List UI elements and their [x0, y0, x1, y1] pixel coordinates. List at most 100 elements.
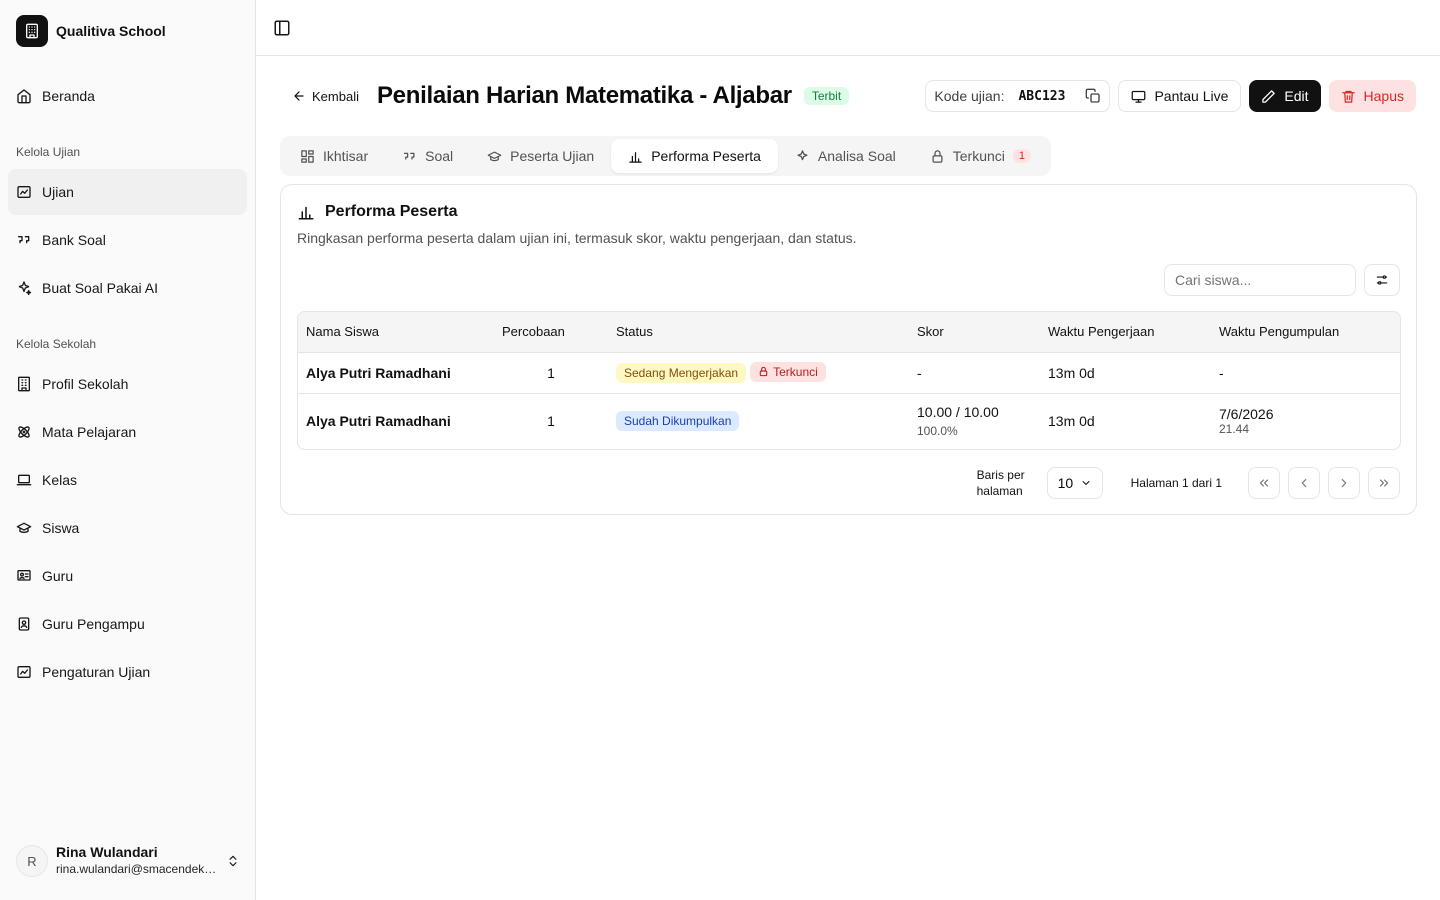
- pagination: Baris per halaman 10 Halaman 1 dari 1: [977, 467, 1400, 499]
- tab-label: Ikhtisar: [323, 148, 369, 164]
- submitted-time: 21.44: [1219, 422, 1250, 437]
- sidebar-item-label: Pengaturan Ujian: [42, 664, 151, 680]
- building-icon: [18, 376, 30, 392]
- exam-code-label: Kode ujian:: [934, 88, 1005, 104]
- sidebar-item-label: Mata Pelajaran: [42, 424, 137, 440]
- column-header[interactable]: Nama Siswa: [298, 312, 494, 353]
- main-content: Kembali Penilaian Harian Matematika - Al…: [256, 0, 1440, 900]
- sidebar-item-ujian[interactable]: Ujian: [8, 169, 247, 215]
- tab-analisa-soal[interactable]: Analisa Soal: [778, 139, 913, 173]
- table-row[interactable]: Alya Putri Ramadhani 1 Sudah Dikumpulkan…: [298, 393, 1400, 449]
- rows-per-page-value: 10: [1057, 475, 1074, 491]
- topbar: [256, 0, 1440, 56]
- filter-button[interactable]: [1364, 264, 1400, 296]
- next-page-button[interactable]: [1328, 467, 1360, 499]
- column-header[interactable]: Waktu Pengumpulan: [1211, 312, 1400, 353]
- column-header[interactable]: Status: [608, 312, 909, 353]
- sidebar-item-label: Profil Sekolah: [42, 376, 129, 392]
- sidebar-item-label: Siswa: [42, 520, 80, 536]
- rows-per-page-select[interactable]: 10: [1046, 467, 1103, 499]
- sidebar-item-beranda[interactable]: Beranda: [8, 73, 247, 119]
- chevron-right-icon: [1341, 478, 1347, 488]
- school-building-icon: [16, 15, 48, 47]
- nav-group-label: Kelola Sekolah: [16, 337, 97, 351]
- tab-label: Terkunci: [952, 148, 1005, 164]
- sidebar-item-siswa[interactable]: Siswa: [8, 505, 247, 551]
- bar-chart-icon: [298, 206, 314, 220]
- sliders-icon: [1376, 275, 1388, 285]
- brand[interactable]: Qualitiva School: [16, 15, 166, 47]
- tab-terkunci[interactable]: Terkunci 1: [913, 139, 1048, 173]
- arrow-left-icon: [294, 91, 304, 101]
- monitor-icon: [1132, 90, 1146, 103]
- rows-per-page-label: Baris per halaman: [976, 468, 1025, 498]
- user-menu[interactable]: R Rina Wulandari rina.wulandari@smacende…: [16, 844, 240, 878]
- exam-code-box: Kode ujian: ABC123: [925, 80, 1111, 112]
- table-row[interactable]: Alya Putri Ramadhani 1 Sedang Mengerjaka…: [298, 352, 1400, 394]
- sidebar-item-profil-sekolah[interactable]: Profil Sekolah: [8, 361, 247, 407]
- copy-icon[interactable]: [1085, 88, 1101, 104]
- edit-label: Edit: [1284, 88, 1309, 104]
- bar-chart-icon: [629, 151, 642, 163]
- tab-soal[interactable]: Soal: [385, 139, 470, 173]
- sidebar-item-label: Guru Pengampu: [42, 616, 145, 632]
- card-title: Performa Peserta: [325, 203, 458, 220]
- sidebar-item-buat-soal-ai[interactable]: Buat Soal Pakai AI: [8, 265, 247, 311]
- atom-icon: [18, 426, 30, 438]
- tab-label: Soal: [425, 148, 454, 164]
- performance-card: Performa Peserta Ringkasan performa pese…: [280, 184, 1417, 515]
- delete-label: Hapus: [1363, 88, 1404, 104]
- sidebar-item-guru-pengampu[interactable]: Guru Pengampu: [8, 601, 247, 647]
- column-header[interactable]: Waktu Pengerjaan: [1040, 312, 1211, 353]
- sidebar-item-pengaturan-ujian[interactable]: Pengaturan Ujian: [8, 649, 247, 695]
- contact-icon: [18, 617, 30, 631]
- submitted-date: 7/6/2026: [1219, 406, 1274, 423]
- back-label: Kembali: [312, 88, 359, 104]
- tab-bar: Ikhtisar Soal Peserta Ujian Performa Pes…: [280, 136, 1052, 176]
- first-page-button[interactable]: [1248, 467, 1280, 499]
- tab-ikhtisar[interactable]: Ikhtisar: [283, 139, 385, 173]
- grid-icon: [301, 149, 314, 163]
- search-input[interactable]: [1164, 264, 1356, 296]
- sidebar-item-guru[interactable]: Guru: [8, 553, 247, 599]
- sidebar-item-kelas[interactable]: Kelas: [8, 457, 247, 503]
- lock-icon: [932, 149, 943, 163]
- sidebar-item-label: Guru: [42, 568, 74, 584]
- sparkles-icon: [797, 149, 808, 160]
- performance-table: Nama Siswa Percobaan Status Skor Waktu P…: [297, 311, 1401, 450]
- home-icon: [17, 89, 31, 104]
- prev-page-button[interactable]: [1288, 467, 1320, 499]
- delete-button[interactable]: Hapus: [1328, 80, 1416, 112]
- laptop-icon: [16, 474, 32, 486]
- submitted-cell: 7/6/2026 21.44: [1211, 393, 1400, 449]
- last-page-button[interactable]: [1368, 467, 1400, 499]
- nav-group-label: Kelola Ujian: [16, 145, 81, 159]
- column-header[interactable]: Percobaan: [494, 312, 608, 353]
- chevrons-up-down-icon: [229, 855, 237, 867]
- student-name: Alya Putri Ramadhani: [298, 352, 494, 394]
- sidebar-item-label: Bank Soal: [42, 232, 106, 248]
- sidebar-toggle-icon[interactable]: [273, 19, 291, 37]
- card-description: Ringkasan performa peserta dalam ujian i…: [297, 230, 857, 246]
- locked-badge: Terkunci: [750, 361, 826, 382]
- score-cell: 10.00 / 10.00 100.0%: [909, 393, 1040, 449]
- tab-performa-peserta[interactable]: Performa Peserta: [611, 139, 778, 173]
- back-button[interactable]: Kembali: [280, 80, 371, 112]
- monitor-live-button[interactable]: Pantau Live: [1118, 80, 1242, 112]
- sidebar-item-label: Ujian: [42, 184, 74, 200]
- graduation-cap-icon: [487, 151, 502, 161]
- chevron-left-icon: [1301, 478, 1307, 488]
- column-header[interactable]: Skor: [909, 312, 1040, 353]
- sidebar-item-bank-soal[interactable]: Bank Soal: [8, 217, 247, 263]
- user-email: rina.wulandari@smacendekia.sch.id: [56, 862, 218, 876]
- page-title: Penilaian Harian Matematika - Aljabar: [376, 82, 792, 109]
- sidebar: Qualitiva School Beranda Kelola Ujian Uj…: [0, 0, 256, 900]
- exam-settings-icon: [17, 666, 31, 678]
- score: -: [909, 352, 1040, 394]
- status-badge: Terbit: [803, 87, 850, 105]
- sidebar-item-mata-pelajaran[interactable]: Mata Pelajaran: [8, 409, 247, 455]
- tab-peserta-ujian[interactable]: Peserta Ujian: [470, 139, 611, 173]
- sidebar-item-label: Beranda: [42, 88, 95, 104]
- status-cell: Sedang Mengerjakan Terkunci: [608, 352, 909, 394]
- edit-button[interactable]: Edit: [1249, 80, 1321, 112]
